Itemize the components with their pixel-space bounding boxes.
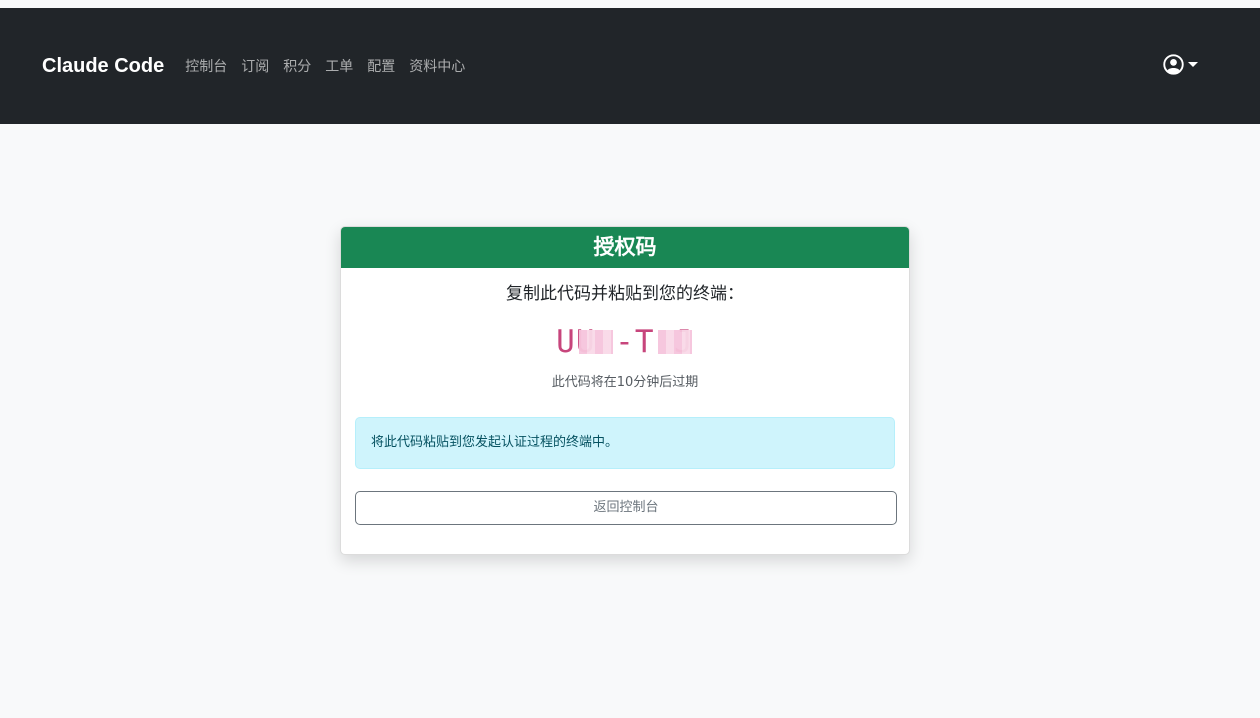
card-header: 授权码 [341,227,909,268]
nav-link-credits[interactable]: 积分 [283,56,311,76]
redaction-mosaic [579,330,613,354]
nav-link-tickets[interactable]: 工单 [325,56,353,76]
chevron-down-icon [1188,62,1198,67]
user-circle-icon [1163,54,1184,75]
nav-links: 控制台 订阅 积分 工单 配置 资料中心 [185,56,479,76]
auth-code-card: 授权码 复制此代码并粘贴到您的终端： UU -T J 此代码将在10分钟后过期 … [340,226,910,555]
info-alert: 将此代码粘贴到您发起认证过程的终端中。 [355,417,895,469]
nav-link-dashboard[interactable]: 控制台 [185,56,227,76]
expire-text: 此代码将在10分钟后过期 [551,375,699,390]
user-menu-dropdown[interactable] [1163,54,1198,75]
back-to-dashboard-button[interactable]: 返回控制台 [355,491,897,525]
nav-link-subscription[interactable]: 订阅 [241,56,269,76]
redaction-mosaic [658,330,692,354]
nav-link-config[interactable]: 配置 [367,56,395,76]
top-strip [0,0,1260,8]
auth-code-display: UU -T J [341,320,909,364]
nav-link-docs[interactable]: 资料中心 [409,56,465,76]
navbar: Claude Code 控制台 订阅 积分 工单 配置 资料中心 [0,8,1260,124]
brand-link[interactable]: Claude Code [42,55,164,78]
instruction-text: 复制此代码并粘贴到您的终端： [506,284,744,304]
